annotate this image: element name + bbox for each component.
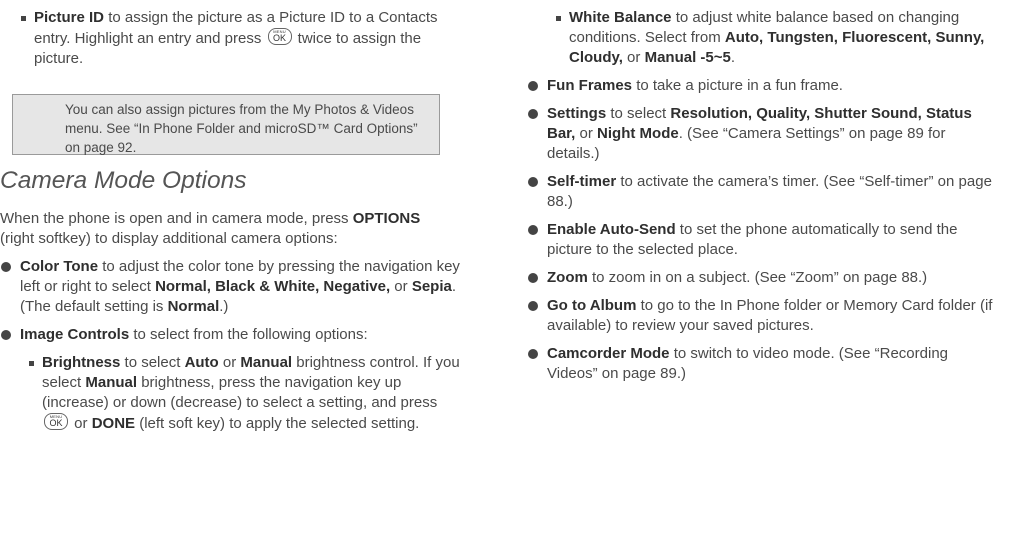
ok-key-icon: MENU OK [44,413,68,430]
list-item-picture-id: Picture ID to assign the picture as a Pi… [12,8,462,69]
note-box: You can also assign pictures from the My… [12,94,440,155]
ok-key-icon: MENU OK [267,28,292,45]
list-item-white-balance: White Balance to adjust white balance ba… [547,8,1023,68]
list-item-brightness: Brightness to select Auto or Manual brig… [20,353,462,434]
list-item-color-tone: Color Tone to adjust the color tone by p… [0,257,462,317]
right-options-list: Fun Frames to take a picture in a fun fr… [527,76,997,384]
options-list: Color Tone to adjust the color tone by p… [0,257,462,345]
image-controls-sublist: Brightness to select Auto or Manual brig… [20,353,462,434]
section-heading: Camera Mode Options [0,167,247,194]
list-item-go-to-album: Go to Album to go to the In Phone folder… [527,296,997,336]
list-item-self-timer: Self-timer to activate the camera’s time… [527,172,997,212]
list-item-zoom: Zoom to zoom in on a subject. (See “Zoom… [527,268,997,288]
picture-id-list: Picture ID to assign the picture as a Pi… [12,8,462,69]
intro-paragraph: When the phone is open and in camera mod… [0,210,421,247]
white-balance-sublist: White Balance to adjust white balance ba… [547,8,1023,68]
note-text: You can also assign pictures from the My… [65,102,418,155]
list-item-image-controls: Image Controls to select from the follow… [0,325,462,345]
list-item-settings: Settings to select Resolution, Quality, … [527,104,997,164]
list-item-auto-send: Enable Auto-Send to set the phone automa… [527,220,997,260]
right-column: White Balance to adjust white balance ba… [527,8,1023,384]
list-item-fun-frames: Fun Frames to take a picture in a fun fr… [527,76,997,96]
list-item-camcorder-mode: Camcorder Mode to switch to video mode. … [527,344,997,384]
left-body: When the phone is open and in camera mod… [0,209,462,434]
